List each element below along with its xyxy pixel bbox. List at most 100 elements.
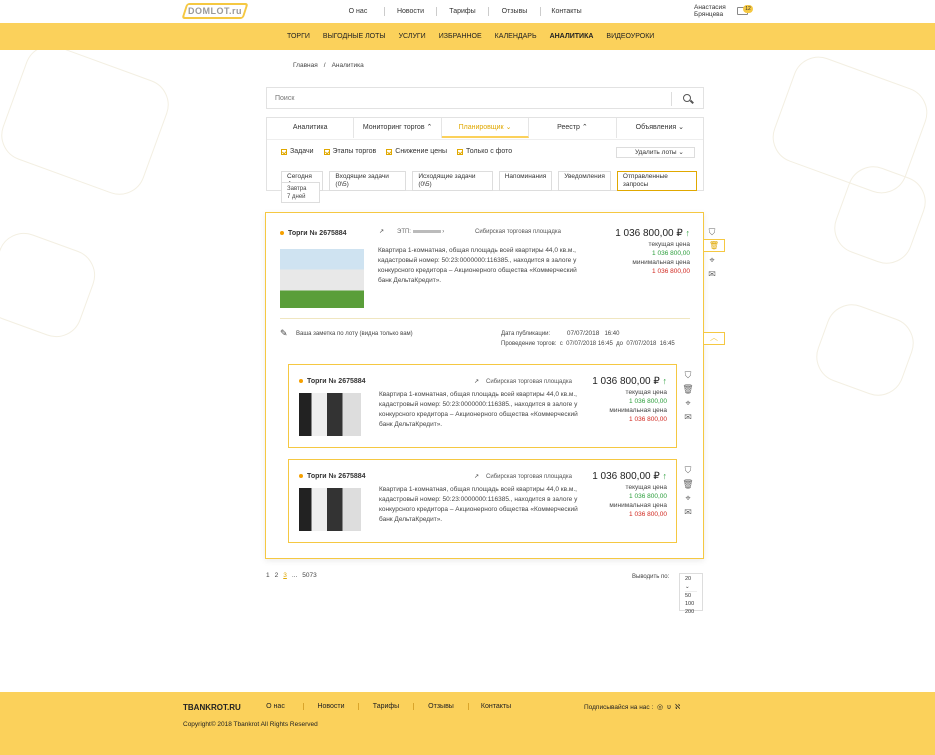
- chevron-down-icon: ⌄: [505, 124, 512, 131]
- checkbox-icon: [323, 148, 330, 155]
- footer-nav-contacts[interactable]: Контакты: [468, 703, 523, 710]
- bookmark-icon[interactable]: ⛉: [706, 225, 718, 239]
- tab-planner[interactable]: Планировщик ⌄: [441, 118, 530, 138]
- sub-lot-photo[interactable]: [299, 488, 361, 531]
- filter-stages[interactable]: Этапы торгов: [323, 148, 376, 155]
- min-price-label: минимальная цена: [632, 259, 690, 266]
- crosshair-icon[interactable]: ⌖: [682, 491, 694, 505]
- tab-ads[interactable]: Объявления ⌄: [617, 118, 703, 138]
- per-page-option[interactable]: 100: [685, 600, 697, 608]
- trash-icon[interactable]: 🗑: [682, 477, 694, 491]
- chip-sent-requests[interactable]: Отправленные запросы: [616, 171, 697, 191]
- top-nav-tariffs[interactable]: Тарифы: [436, 7, 488, 16]
- main-nav-favorites[interactable]: ИЗБРАННОЕ: [439, 33, 482, 40]
- sub-lot-photo[interactable]: [299, 393, 361, 436]
- platform-name[interactable]: Сибирская торговая площадка: [475, 229, 561, 235]
- vk-icon[interactable]: ʋ: [667, 704, 675, 711]
- user-name[interactable]: Анастасия Брянцева: [694, 4, 726, 18]
- crosshair-icon[interactable]: ⌖: [706, 253, 718, 267]
- chip-outgoing[interactable]: Исходящие задачи (0\5): [412, 171, 493, 191]
- note-icon[interactable]: ✎: [280, 328, 288, 339]
- top-nav-reviews[interactable]: Отзывы: [488, 7, 540, 16]
- arrow-up-icon: ↑: [662, 471, 668, 481]
- main-nav-services[interactable]: УСЛУГИ: [399, 33, 426, 40]
- footer-nav-tariffs[interactable]: Тарифы: [358, 703, 413, 710]
- search-icon[interactable]: [683, 94, 691, 102]
- trash-icon[interactable]: 🗑: [703, 239, 725, 252]
- social-icons: ◎ʋℵ: [657, 703, 684, 711]
- footer-nav-news[interactable]: Новости: [303, 703, 358, 710]
- external-link-icon[interactable]: ↗: [474, 473, 479, 480]
- filter-photo-only[interactable]: Только с фото: [457, 148, 512, 155]
- per-page-option[interactable]: 200: [685, 608, 697, 616]
- external-link-icon[interactable]: ↗: [379, 228, 384, 235]
- main-nav-calendar[interactable]: КАЛЕНДАРЬ: [495, 33, 537, 40]
- crosshair-icon[interactable]: ⌖: [682, 396, 694, 410]
- filter-tasks[interactable]: Задачи: [281, 148, 314, 155]
- mail-icon[interactable]: ✉: [682, 410, 694, 424]
- top-nav-contacts[interactable]: Контакты: [540, 7, 592, 16]
- lot-photo[interactable]: [280, 249, 364, 308]
- pagination: 1 2 3... 5073: [266, 572, 322, 579]
- tab-analytics[interactable]: Аналитика: [267, 118, 355, 138]
- day-option-week[interactable]: 7 дней: [287, 193, 314, 201]
- etp-label: ЭТП: ›: [397, 229, 445, 235]
- main-nav-analytics[interactable]: АНАЛИТИКА: [550, 33, 594, 40]
- current-price-value: 1 036 800,00: [652, 250, 690, 257]
- top-bar: DOMLOT.ru О нас Новости Тарифы Отзывы Ко…: [0, 0, 935, 23]
- main-nav-auctions[interactable]: ТОРГИ: [287, 33, 310, 40]
- main-nav-videos[interactable]: ВИДЕОУРОКИ: [606, 33, 654, 40]
- lot-title[interactable]: Торги № 2675884: [280, 230, 347, 237]
- filter-price-drop[interactable]: Снижение цены: [386, 148, 447, 155]
- arrow-up-icon: ↑: [685, 228, 691, 238]
- footer-nav-reviews[interactable]: Отзывы: [413, 703, 468, 710]
- tab-monitoring[interactable]: Мониторинг торгов ⌃: [354, 118, 442, 138]
- per-page-select[interactable]: 20 ⌄ 50 100 200: [679, 573, 703, 615]
- footer-subscribe: Подписывайся на нас :: [584, 704, 654, 711]
- breadcrumb-separator: /: [323, 62, 326, 69]
- footer-copyright: Copyright© 2018 Tbankrot All Rights Rese…: [183, 721, 318, 728]
- mail-icon[interactable]: ✉: [706, 267, 718, 281]
- chip-notifications[interactable]: Уведомления: [558, 171, 611, 191]
- footer: [0, 692, 935, 755]
- lot-note[interactable]: Ваша заметка по лоту (видна только вам): [296, 329, 413, 339]
- footer-nav-about[interactable]: О нас: [248, 703, 303, 710]
- tabs-divider: [267, 139, 703, 140]
- sub-lot-card: Торги № 2675884 ↗ Сибирская торговая пло…: [288, 459, 677, 543]
- etp-masked-value: [412, 229, 441, 233]
- page-3[interactable]: 3: [283, 572, 287, 579]
- delete-lots-button[interactable]: Удалить лоты ⌄: [616, 147, 695, 158]
- chevron-up-icon: ⌃: [426, 124, 433, 131]
- sub-lot-description: Квартира 1-комнатная, общая площадь всей…: [379, 391, 578, 428]
- main-nav-lots[interactable]: ВЫГОДНЫЕ ЛОТЫ: [323, 33, 386, 40]
- footer-brand[interactable]: TBANKROT.RU: [183, 703, 241, 712]
- scroll-up-icon[interactable]: ︿: [703, 332, 725, 345]
- external-link-icon[interactable]: ↗: [474, 378, 479, 385]
- sub-lot-title[interactable]: Торги № 2675884: [299, 378, 366, 385]
- trash-icon[interactable]: 🗑: [682, 382, 694, 396]
- instagram-icon[interactable]: ◎: [657, 704, 667, 711]
- mail-icon[interactable]: ✉: [682, 505, 694, 519]
- bookmark-icon[interactable]: ⛉: [682, 368, 694, 382]
- platform-name[interactable]: Сибирская торговая площадка: [486, 379, 572, 385]
- per-page-option[interactable]: 50: [685, 592, 697, 600]
- tab-registry[interactable]: Реестр ⌃: [529, 118, 617, 138]
- breadcrumb-home[interactable]: Главная: [293, 62, 318, 69]
- top-nav-news[interactable]: Новости: [384, 7, 436, 16]
- chip-reminders[interactable]: Напоминания: [498, 171, 553, 191]
- top-nav-about[interactable]: О нас: [332, 7, 384, 16]
- logo[interactable]: DOMLOT.ru: [181, 3, 249, 19]
- page-last[interactable]: 5073: [302, 572, 316, 579]
- day-option-tomorrow[interactable]: Завтра: [287, 185, 314, 193]
- search-divider: [671, 92, 672, 106]
- bookmark-icon[interactable]: ⛉: [682, 463, 694, 477]
- sub-lot-title[interactable]: Торги № 2675884: [299, 473, 366, 480]
- platform-name[interactable]: Сибирская торговая площадка: [486, 474, 572, 480]
- task-chips: Сегодня ⌃ Входящие задачи (0\5) Исходящи…: [281, 171, 703, 191]
- search-input[interactable]: [275, 93, 655, 104]
- odnoklassniki-icon[interactable]: ℵ: [675, 704, 684, 711]
- page-2[interactable]: 2: [275, 572, 279, 579]
- arrow-up-icon: ↑: [662, 376, 668, 386]
- chip-incoming[interactable]: Входящие задачи (0\5): [329, 171, 407, 191]
- page-1[interactable]: 1: [266, 572, 270, 579]
